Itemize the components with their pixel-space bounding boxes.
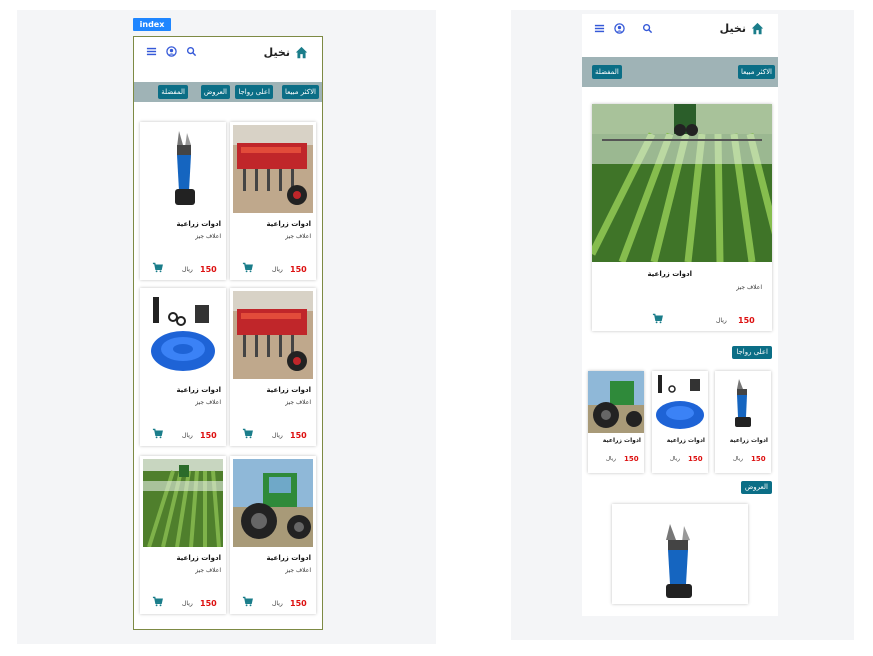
product-price: 150 [200,431,217,440]
product-title: ادوات زراعية [266,220,311,228]
product-price: 150 [688,455,703,463]
product-title: ادوات زراعية [602,437,641,444]
menu-icon[interactable] [146,46,157,57]
product-title: ادوات زراعية [176,554,221,562]
brand-name: نخيل [263,46,290,59]
product-price: 150 [738,316,755,325]
product-subtitle: اعلاف جيز [285,233,311,240]
product-price: 150 [290,265,307,274]
cart-icon[interactable] [152,262,163,273]
product-title: ادوات زراعية [647,270,692,278]
cart-icon[interactable] [242,262,253,273]
cart-icon[interactable] [242,596,253,607]
garden-hose-image [652,371,708,433]
cart-icon[interactable] [152,428,163,439]
product-card[interactable]: ادوات زراعية اعلاف جيز 150 ريال [230,456,316,614]
product-card[interactable]: ادوات زراعية 150 ريال [588,371,644,473]
tab-favorites[interactable]: المفضلة [592,65,622,79]
canvas: index نخيل الاكثر مبيعا اعلى رواجا العرو… [0,0,873,656]
tab-offers[interactable]: العروض [200,85,230,99]
electric-pruner-image [612,504,748,604]
menu-icon[interactable] [594,23,605,34]
tab-trending[interactable]: اعلى رواجا [235,85,273,99]
product-subtitle: اعلاف جيز [285,567,311,574]
product-card[interactable]: ادوات زراعية اعلاف جيز 150 ريال [140,288,226,446]
product-currency: ريال [182,432,193,439]
product-subtitle: اعلاف جيز [285,399,311,406]
product-price: 150 [200,599,217,608]
product-card[interactable]: ادوات زراعية اعلاف جيز 150 ريال [230,288,316,446]
product-card[interactable]: ادوات زراعية اعلاف جيز 150 ريال [140,122,226,280]
category-tabbar: الاكثر مبيعا المفضلة [582,57,778,87]
product-currency: ريال [272,600,283,607]
product-currency: ريال [716,317,727,324]
search-icon[interactable] [186,46,197,57]
header-icons [594,23,653,34]
garden-hose-image [143,291,223,379]
home-icon[interactable] [295,46,308,59]
product-title: ادوات زراعية [176,220,221,228]
section-offers-label[interactable]: العروض [740,481,772,494]
product-subtitle: اعلاف جيز [195,567,221,574]
cart-icon[interactable] [242,428,253,439]
product-subtitle: اعلاف جيز [195,233,221,240]
product-title: ادوات زراعية [729,437,768,444]
user-icon[interactable] [614,23,625,34]
product-card[interactable]: ادوات زراعية اعلاف جيز 150 ريال [230,122,316,280]
cart-icon[interactable] [652,313,663,324]
product-title: ادوات زراعية [176,386,221,394]
product-currency: ريال [272,266,283,273]
product-subtitle: اعلاف جيز [736,284,762,291]
field-sprayer-image [592,104,772,262]
phone-screen-left: نخيل الاكثر مبيعا اعلى رواجا العروض المف… [133,36,323,630]
product-price: 150 [290,431,307,440]
home-icon[interactable] [751,22,764,35]
product-title: ادوات زراعية [666,437,705,444]
product-price: 150 [200,265,217,274]
seed-drill-image [233,125,313,213]
tab-best-selling[interactable]: الاكثر مبيعا [738,65,775,79]
product-card[interactable]: ادوات زراعية 150 ريال [652,371,708,473]
product-currency: ريال [182,600,193,607]
product-currency: ريال [733,456,743,462]
app-header: نخيل [582,14,778,54]
category-tabbar: الاكثر مبيعا اعلى رواجا العروض المفضلة [134,82,322,102]
brand[interactable]: نخيل [264,46,308,59]
electric-pruner-image [715,371,771,433]
phone-screen-right: نخيل الاكثر مبيعا المفضلة ادوات زراعية ا… [582,14,778,616]
product-currency: ريال [606,456,616,462]
search-icon[interactable] [642,23,653,34]
brand-name: نخيل [719,22,746,35]
product-title: ادوات زراعية [266,554,311,562]
tab-best-selling[interactable]: الاكثر مبيعا [282,85,319,99]
tractor-image [588,371,644,433]
product-price: 150 [624,455,639,463]
section-trending-label[interactable]: اعلى رواجا [732,346,772,359]
product-currency: ريال [182,266,193,273]
product-card[interactable]: ادوات زراعية اعلاف جيز 150 ريال [140,456,226,614]
tractor-image [233,459,313,547]
product-subtitle: اعلاف جيز [195,399,221,406]
brand[interactable]: نخيل [720,22,764,35]
product-title: ادوات زراعية [266,386,311,394]
cart-icon[interactable] [152,596,163,607]
product-currency: ريال [670,456,680,462]
product-price: 150 [751,455,766,463]
user-icon[interactable] [166,46,177,57]
artboard-label[interactable]: index [133,18,171,31]
seed-drill-image [233,291,313,379]
app-header: نخيل [134,37,322,77]
tab-favorites[interactable]: المفضلة [158,85,188,99]
header-icons [146,46,197,57]
electric-pruner-image [143,125,223,213]
featured-product-card[interactable]: ادوات زراعية اعلاف جيز 150 ريال [592,104,772,331]
field-sprayer-image [143,459,223,547]
product-price: 150 [290,599,307,608]
product-card[interactable]: ادوات زراعية 150 ريال [715,371,771,473]
product-currency: ريال [272,432,283,439]
offer-product-card[interactable] [612,504,748,604]
